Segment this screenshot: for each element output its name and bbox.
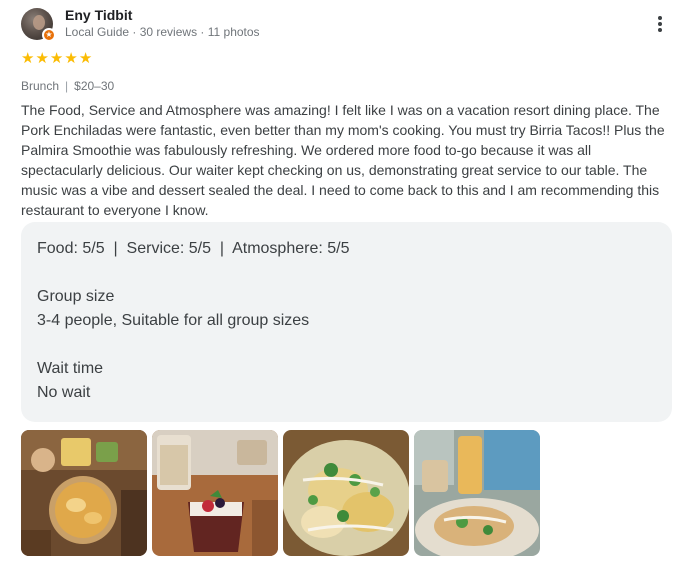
meal-type: Brunch [21,79,60,93]
more-options-icon[interactable] [648,10,672,38]
avatar-face [33,15,45,30]
review-photo[interactable] [152,430,278,556]
wait-time-value: No wait [37,384,91,401]
review-text: The Food, Service and Atmosphere was ama… [21,102,665,218]
local-guide-badge-icon: ★ [42,28,56,42]
review-tags: Brunch | $20–30 [21,79,114,93]
reviewer-name[interactable]: Eny Tidbit [65,7,132,23]
price-range: $20–30 [74,79,115,93]
group-size-value: 3-4 people, Suitable for all group sizes [37,312,310,329]
score-breakdown: Food: 5/5 | Service: 5/5 | Atmosphere: 5… [37,240,350,257]
star-icon: ★ [21,50,35,67]
tag-divider: | [65,79,69,93]
reviewer-meta: Local Guide · 30 reviews · 11 photos [65,25,260,39]
review-details-card: Food: 5/5 | Service: 5/5 | Atmosphere: 5… [21,222,672,422]
star-icon: ★ [78,50,93,67]
review-photos [21,430,540,556]
star-rating: ★ ★ ★ ★ ★ [21,51,92,67]
review-photo[interactable] [414,430,540,556]
review-photo[interactable] [283,430,409,556]
star-icon: ★ [35,50,49,67]
star-icon: ★ [64,50,78,67]
review-photo[interactable] [21,430,147,556]
wait-time-label: Wait time [37,360,104,377]
star-icon: ★ [49,50,64,67]
reviewer-avatar[interactable]: ★ [21,8,56,42]
group-size-label: Group size [37,288,115,305]
